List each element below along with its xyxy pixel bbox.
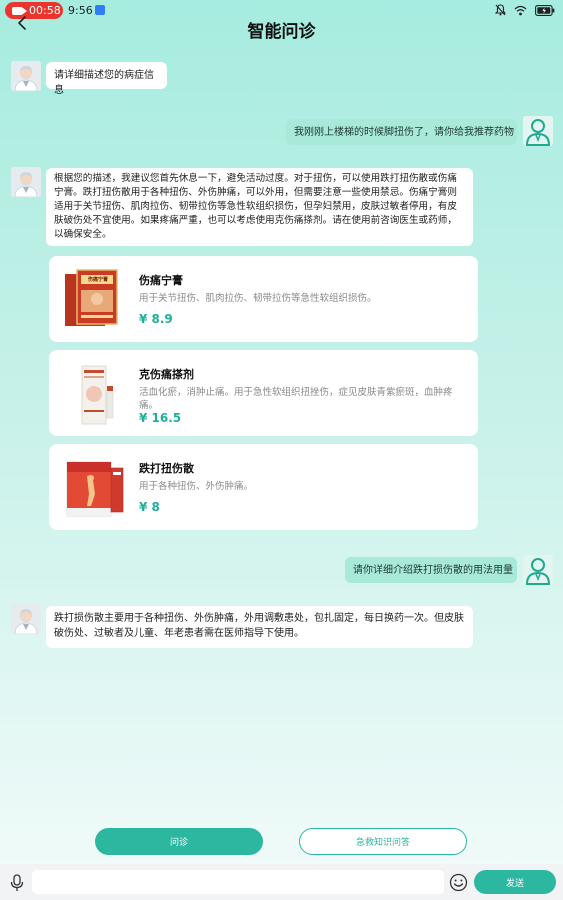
user-message: 我刚刚上楼梯的时候脚扭伤了，请你给我推荐药物 bbox=[286, 119, 517, 145]
send-button[interactable]: 发送 bbox=[474, 870, 556, 894]
product-name: 跌打扭伤散 bbox=[139, 462, 194, 475]
doctor-message: 根据您的描述，我建议您首先休息一下，避免活动过度。对于扭伤，可以使用跌打扭伤散或… bbox=[46, 168, 473, 246]
user-avatar bbox=[523, 116, 553, 146]
product-price: ¥ 8 bbox=[139, 500, 160, 514]
product-image bbox=[65, 269, 118, 326]
doctor-avatar bbox=[11, 61, 41, 91]
product-price: ¥ 16.5 bbox=[139, 411, 182, 425]
record-time: 00:58 bbox=[29, 4, 61, 17]
product-image bbox=[81, 365, 114, 425]
wifi-icon bbox=[514, 5, 527, 15]
page-title: 智能问诊 bbox=[247, 22, 316, 42]
message-input[interactable] bbox=[32, 870, 444, 894]
mute-icon bbox=[495, 4, 506, 16]
clock: 9:56 bbox=[68, 4, 93, 17]
product-price: ¥ 8.9 bbox=[139, 312, 173, 326]
microphone-icon[interactable] bbox=[9, 874, 25, 892]
message-text: 我刚刚上楼梯的时候脚扭伤了，请你给我推荐药物 bbox=[294, 127, 514, 138]
battery-icon bbox=[535, 4, 555, 16]
product-image bbox=[66, 461, 124, 517]
app-notification-icon bbox=[95, 5, 105, 15]
doctor-message: 请详细描述您的病症信息 bbox=[46, 62, 167, 96]
product-name: 克伤痛搽剂 bbox=[139, 368, 194, 381]
doctor-message: 跌打损伤散主要用于各种扭伤、外伤肿痛，外用调敷患处，包扎固定，每日换药一次。但皮… bbox=[46, 606, 473, 648]
doctor-avatar bbox=[11, 167, 41, 197]
message-text: 根据您的描述，我建议您首先休息一下，避免活动过度。对于扭伤，可以使用跌打扭伤散或… bbox=[54, 173, 457, 240]
product-box-label: 伤痛宁膏 bbox=[87, 277, 108, 283]
consult-button[interactable]: 问诊 bbox=[95, 828, 263, 855]
message-text: 请详细描述您的病症信息 bbox=[54, 70, 154, 96]
product-name: 伤痛宁膏 bbox=[139, 274, 183, 287]
user-avatar bbox=[523, 555, 553, 585]
message-text: 请你详细介绍跌打损伤散的用法用量 bbox=[353, 565, 513, 576]
message-text: 跌打损伤散主要用于各种扭伤、外伤肿痛，外用调敷患处，包扎固定，每日换药一次。但皮… bbox=[54, 613, 464, 639]
product-description: 用于关节扭伤、肌肉拉伤、韧带拉伤等急性软组织损伤。 bbox=[139, 293, 377, 304]
user-message: 请你详细介绍跌打损伤散的用法用量 bbox=[345, 557, 517, 583]
product-description: 用于各种扭伤、外伤肿痛。 bbox=[139, 481, 254, 492]
doctor-avatar bbox=[11, 604, 41, 634]
product-card[interactable]: 克伤痛搽剂 活血化瘀，消肿止痛。用于急性软组织扭挫伤，症见皮肤青紫瘀斑，血肿疼痛… bbox=[49, 350, 478, 436]
emoji-icon[interactable] bbox=[449, 873, 468, 892]
first-aid-qa-button[interactable]: 急救知识问答 bbox=[299, 828, 467, 855]
product-description: 活血化瘀，消肿止痛。用于急性软组织扭挫伤，症见皮肤青紫瘀斑，血肿疼痛。 bbox=[139, 387, 453, 411]
product-card[interactable]: 跌打扭伤散 用于各种扭伤、外伤肿痛。 ¥ 8 bbox=[49, 444, 478, 530]
product-card[interactable]: 伤痛宁膏 伤痛宁膏 用于关节扭伤、肌肉拉伤、韧带拉伤等急性软组织损伤。 ¥ 8.… bbox=[49, 256, 478, 342]
